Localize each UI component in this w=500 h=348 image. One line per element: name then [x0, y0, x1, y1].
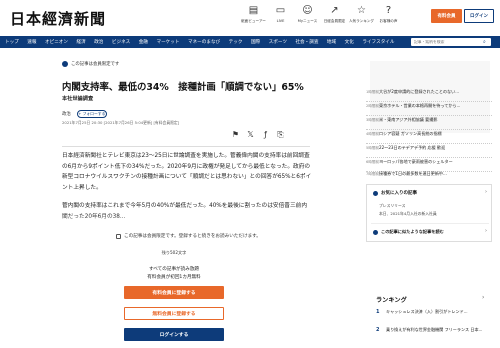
login-button[interactable]: ログイン — [464, 9, 494, 23]
chevron-right-icon[interactable]: › — [485, 228, 487, 234]
sidebar-news-item[interactable]: 2時間前 東京ホテル・営業の本格再開を待ってから... — [366, 102, 492, 116]
nav-item[interactable]: 金融 — [139, 39, 148, 45]
tv-icon: ▭ — [275, 5, 286, 16]
paywall-offer: 有料会員が初回1カ月無料 — [147, 275, 201, 280]
feedback-link[interactable]: ? お客様の声 — [375, 5, 402, 24]
follow-button[interactable]: + フォローする — [76, 110, 107, 118]
main-nav: トップ 速報 オピニオン 経済 政治 ビジネス 金融 マーケット マネーのまなび… — [0, 36, 500, 48]
nav-item[interactable]: トップ — [5, 39, 19, 45]
lock-icon — [116, 233, 121, 239]
paywall-benefit: すべての記事が読み放題 — [148, 267, 200, 272]
mynews-item[interactable]: 本日、2021年4月入社の新入社員 — [379, 211, 437, 217]
remaining-characters: 残り502文字 — [161, 250, 187, 255]
nav-item[interactable]: 地域 — [327, 39, 336, 45]
mynews-link[interactable]: ☺ Myニュース — [294, 5, 321, 24]
topic-tag[interactable]: 政治 — [62, 111, 71, 117]
paywall-fade — [62, 214, 312, 232]
share-bar: ⚑ 𝕏 ƒ ⎘ — [228, 130, 288, 140]
site-logo[interactable]: 日本經濟新聞 — [10, 8, 106, 29]
nav-item[interactable]: 社会・調査 — [295, 39, 318, 45]
nav-item[interactable]: ライフスタイル — [362, 39, 394, 45]
nav-item[interactable]: マネーのまなび — [188, 39, 220, 45]
ranking-link[interactable]: ☆ 人気ランキング — [348, 5, 375, 24]
sidebar-news-item[interactable]: 3時間前 米・東南アジア外相協議 要撮影 — [366, 116, 492, 130]
article-paragraph: 日本経済新聞社とテレビ東京は23～25日に世論調査を実施した。菅義偉内閣の支持率… — [62, 153, 312, 191]
ranking-title: ランキング — [376, 297, 407, 304]
bookmark-icon — [373, 190, 378, 196]
article-date: 2021年7月25日 20:30 [2021年7月26日 5:04更新] [有料… — [62, 120, 180, 125]
ranking-item[interactable]: 1 キャッシュレス決済（入）割引がトレンド... — [376, 309, 492, 323]
help-icon: ? — [385, 5, 392, 16]
chevron-right-icon[interactable]: › — [482, 294, 484, 301]
live-link[interactable]: ▭ LIVE — [267, 5, 294, 24]
person-icon: ☺ — [302, 5, 313, 16]
paywall-login-button[interactable]: ログインする — [124, 328, 224, 341]
free-register-button[interactable]: 無料会員に登録する — [124, 307, 224, 320]
nav-item[interactable]: 国際 — [251, 39, 260, 45]
newspaper-icon: ▤ — [248, 5, 259, 16]
mynews-item[interactable]: プレスリリース — [379, 203, 405, 209]
nav-item[interactable]: マーケット — [156, 39, 179, 45]
nav-item[interactable]: 速報 — [27, 39, 36, 45]
members-only-label: この記事は会員限定です — [62, 61, 119, 67]
sidebar-news-item[interactable]: 5時間前 22～23日のテデアデ予約 応援 歓迎 — [366, 144, 492, 158]
link-icon[interactable]: ⎘ — [273, 130, 288, 140]
nav-item[interactable]: 経済 — [76, 39, 85, 45]
divider — [371, 223, 489, 224]
newspaper-viewer-link[interactable]: ▤ 紙面ビューアー — [240, 5, 267, 24]
paid-register-button[interactable]: 有料会員に登録する — [124, 286, 224, 299]
sidebar-news-item[interactable]: 4時間前 ロシア容疑 ガソリン高長統の指標 — [366, 130, 492, 144]
bookmark-icon[interactable]: ⚑ — [228, 130, 243, 140]
article-icon — [373, 229, 378, 235]
nav-item[interactable]: 政治 — [94, 39, 103, 45]
sidebar-news-item[interactable]: 7時間前 接種券で1日の最多数を連日更新中... — [366, 170, 492, 184]
chevron-right-icon[interactable]: › — [485, 189, 487, 195]
nav-item[interactable]: テック — [229, 39, 243, 45]
trend-icon: ↗ — [330, 5, 339, 16]
search-input[interactable] — [411, 38, 491, 46]
members-only-link[interactable]: ↗ 日経会員限定 — [321, 5, 348, 24]
related-articles-link[interactable]: この記事に似たような記事を読む — [373, 229, 444, 235]
article-byline: 本社世論調査 — [62, 96, 94, 102]
mynews-title[interactable]: お気に入りの記事 — [373, 190, 417, 196]
lock-icon — [62, 61, 68, 67]
article-title: 内閣支持率、最低の34% 接種計画「順調でない」65% — [62, 82, 304, 93]
search-icon[interactable]: ⌕ — [483, 38, 486, 46]
ranking-item[interactable]: 2 乗り換えが有利な世界金融機関 フリーランス 日本... — [376, 327, 492, 341]
nav-item[interactable]: スポーツ — [269, 39, 287, 45]
divider — [62, 146, 310, 147]
nav-item[interactable]: 文化 — [345, 39, 354, 45]
mynews-box: お気に入りの記事 › プレスリリース 本日、2021年4月入社の新入社員 この記… — [366, 184, 492, 242]
nav-item[interactable]: オピニオン — [45, 39, 68, 45]
twitter-icon[interactable]: 𝕏 — [243, 130, 258, 140]
nav-item[interactable]: ビジネス — [112, 39, 130, 45]
facebook-icon[interactable]: ƒ — [258, 130, 273, 140]
header-icon-bar: ▤ 紙面ビューアー ▭ LIVE ☺ Myニュース ↗ 日経会員限定 ☆ 人気ラ… — [240, 5, 402, 24]
site-header: 日本經濟新聞 ▤ 紙面ビューアー ▭ LIVE ☺ Myニュース ↗ 日経会員限… — [0, 0, 500, 36]
star-icon: ☆ — [357, 5, 366, 16]
sidebar-news-item[interactable]: 1時間前 大谷が2度申請的に登録されたことのない... — [366, 88, 492, 102]
subscribe-button[interactable]: 有料会員 — [431, 9, 462, 23]
paywall-notice: この記事は会員限定です。登録すると続きをお読みいただけます。 — [116, 233, 261, 239]
topic-tag-row: 政治 + フォローする — [62, 110, 107, 118]
